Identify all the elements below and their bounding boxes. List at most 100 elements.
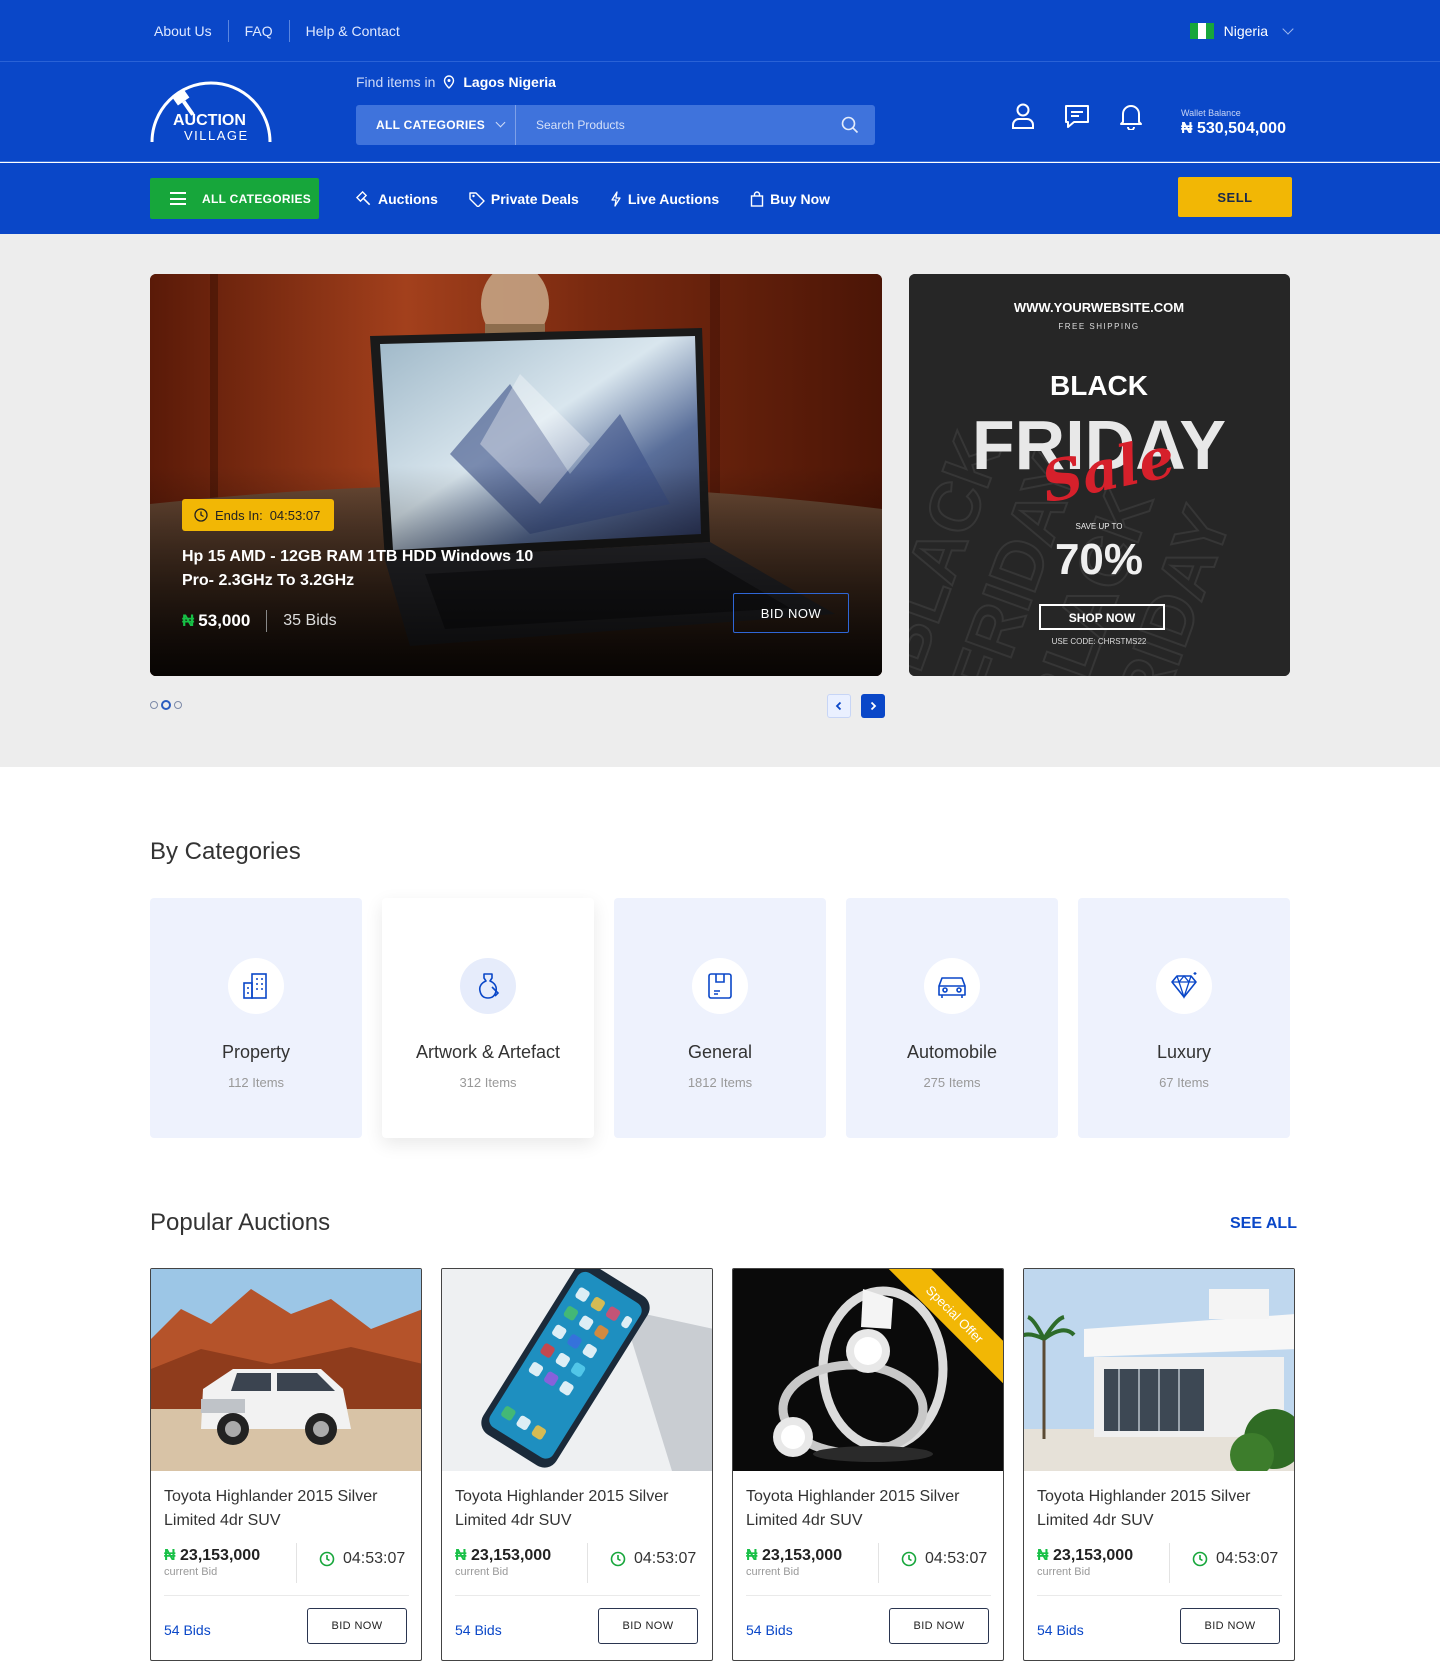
nav-auctions-label: Auctions xyxy=(378,190,438,207)
clock-icon xyxy=(1192,1551,1208,1567)
category-icon-circle xyxy=(1156,958,1212,1014)
category-icon-circle xyxy=(228,958,284,1014)
divider xyxy=(455,1595,700,1596)
top-links: About Us FAQ Help & Contact xyxy=(154,0,416,62)
slider-dot[interactable] xyxy=(150,701,158,709)
slider-dot[interactable] xyxy=(174,701,182,709)
all-categories-button[interactable]: ALL CATEGORIES xyxy=(150,178,319,219)
suv-photo xyxy=(151,1269,421,1471)
category-card-luxury[interactable]: Luxury 67 Items xyxy=(1078,898,1290,1138)
promo-percent: 70% xyxy=(1055,535,1143,584)
slider-dot-active[interactable] xyxy=(161,700,171,710)
main-nav: ALL CATEGORIES Auctions Private Deals Li… xyxy=(0,163,1440,234)
category-card-automobile[interactable]: Automobile 275 Items xyxy=(846,898,1058,1138)
divider xyxy=(1037,1595,1282,1596)
promo-shop-now-button[interactable]: SHOP NOW xyxy=(1069,611,1136,625)
category-select-label: ALL CATEGORIES xyxy=(376,118,486,132)
nav-private-deals[interactable]: Private Deals xyxy=(469,191,579,207)
messages-icon[interactable] xyxy=(1064,102,1090,130)
auction-bids[interactable]: 54 Bids xyxy=(746,1622,793,1638)
auction-bids[interactable]: 54 Bids xyxy=(164,1622,211,1638)
chevron-down-icon xyxy=(1282,22,1294,35)
bid-now-button[interactable]: BID NOW xyxy=(1180,1608,1280,1644)
nav-buy-now-label: Buy Now xyxy=(770,190,831,207)
see-all-link[interactable]: SEE ALL xyxy=(1230,1215,1297,1233)
auction-image xyxy=(151,1269,421,1471)
search-input[interactable] xyxy=(516,105,825,145)
search-icon[interactable] xyxy=(825,105,875,145)
location-row: Find items in Lagos Nigeria xyxy=(356,74,556,90)
house-photo xyxy=(1024,1269,1294,1471)
hero-bid-now-button[interactable]: BID NOW xyxy=(733,593,849,633)
category-icon-circle xyxy=(692,958,748,1014)
promo-shipping: FREE SHIPPING xyxy=(1058,322,1139,331)
notification-bell-icon[interactable] xyxy=(1118,102,1144,130)
shopping-bag-icon xyxy=(750,190,764,207)
auction-card[interactable]: Toyota Highlander 2015 Silver Limited 4d… xyxy=(1023,1268,1295,1661)
auction-card[interactable]: Toyota Highlander 2015 Silver Limited 4d… xyxy=(150,1268,422,1661)
naira-symbol: ₦ xyxy=(746,1547,758,1564)
auction-price-value: 23,153,000 xyxy=(471,1547,552,1564)
nav-auctions[interactable]: Auctions xyxy=(356,190,438,207)
category-card-property[interactable]: Property 112 Items xyxy=(150,898,362,1138)
tag-icon xyxy=(469,191,485,207)
slide-bids: 35 Bids xyxy=(283,612,337,629)
bid-now-button[interactable]: BID NOW xyxy=(307,1608,407,1644)
divider xyxy=(266,610,268,632)
prev-slide-button[interactable] xyxy=(827,694,851,718)
help-contact-link[interactable]: Help & Contact xyxy=(288,20,416,42)
category-name: Property xyxy=(221,1042,291,1062)
black-friday-promo-banner[interactable]: BLACK FRIDAY BLACK FRIDAY WWW.YOURWEBSIT… xyxy=(909,274,1290,676)
auction-image xyxy=(1024,1269,1294,1471)
diamond-icon xyxy=(1171,972,1197,1000)
auction-time: 04:53:07 xyxy=(925,1550,988,1567)
nav-live-auctions[interactable]: Live Auctions xyxy=(610,191,719,207)
auction-timer: 04:53:07 xyxy=(319,1550,405,1568)
auction-timer: 04:53:07 xyxy=(901,1550,987,1568)
bid-now-button[interactable]: BID NOW xyxy=(889,1608,989,1644)
smartphone-photo xyxy=(442,1269,712,1471)
faq-link[interactable]: FAQ xyxy=(227,20,289,42)
naira-symbol: ₦ xyxy=(182,611,195,630)
chevron-right-icon xyxy=(870,701,877,711)
bid-now-button[interactable]: BID NOW xyxy=(598,1608,698,1644)
gavel-icon xyxy=(356,190,371,205)
box-icon xyxy=(708,973,732,999)
divider xyxy=(587,1543,588,1583)
about-us-link[interactable]: About Us xyxy=(154,20,228,42)
auction-time: 04:53:07 xyxy=(343,1550,406,1567)
auction-bids[interactable]: 54 Bids xyxy=(455,1622,502,1638)
category-card-artwork[interactable]: Artwork & Artefact 312 Items xyxy=(382,898,594,1138)
hero-slide: Ends In: 04:53:07 Hp 15 AMD - 12GB RAM 1… xyxy=(150,274,882,676)
category-select[interactable]: ALL CATEGORIES xyxy=(356,105,516,145)
auction-price-label: current Bid xyxy=(746,1566,800,1578)
divider xyxy=(164,1595,409,1596)
auction-price-value: 23,153,000 xyxy=(762,1547,843,1564)
naira-symbol: ₦ xyxy=(455,1547,467,1564)
promo-black: BLACK xyxy=(1050,370,1148,401)
user-icon[interactable] xyxy=(1010,102,1036,130)
slide-title: Hp 15 AMD - 12GB RAM 1TB HDD Windows 10 … xyxy=(182,548,534,589)
top-bar: About Us FAQ Help & Contact Nigeria xyxy=(0,0,1440,62)
category-count: 67 Items xyxy=(1159,1075,1209,1090)
divider xyxy=(746,1595,991,1596)
auction-timer: 04:53:07 xyxy=(610,1550,696,1568)
wallet-balance[interactable]: Wallet Balance ₦ 530,504,000 xyxy=(1181,108,1286,138)
auction-card[interactable]: Special Offer Toyota Highlander 2015 Sil… xyxy=(732,1268,1004,1661)
hero-section: Ends In: 04:53:07 Hp 15 AMD - 12GB RAM 1… xyxy=(0,234,1440,767)
country-selector[interactable]: Nigeria xyxy=(1189,0,1294,62)
promo-website: WWW.YOURWEBSITE.COM xyxy=(1014,300,1184,315)
next-slide-button[interactable] xyxy=(861,694,885,718)
category-name: General xyxy=(687,1042,753,1062)
auction-bids[interactable]: 54 Bids xyxy=(1037,1622,1084,1638)
location-pin-icon xyxy=(444,75,455,89)
category-card-general[interactable]: General 1812 Items xyxy=(614,898,826,1138)
category-count: 1812 Items xyxy=(687,1075,753,1090)
building-icon xyxy=(243,973,267,999)
location-link[interactable]: Lagos Nigeria xyxy=(463,74,556,90)
nigeria-flag-icon xyxy=(1189,23,1214,39)
auction-card[interactable]: Toyota Highlander 2015 Silver Limited 4d… xyxy=(441,1268,713,1661)
nav-buy-now[interactable]: Buy Now xyxy=(750,191,830,207)
auction-village-logo[interactable]: AUCTION VILLAGE xyxy=(148,76,274,146)
sell-button[interactable]: SELL xyxy=(1178,177,1292,217)
